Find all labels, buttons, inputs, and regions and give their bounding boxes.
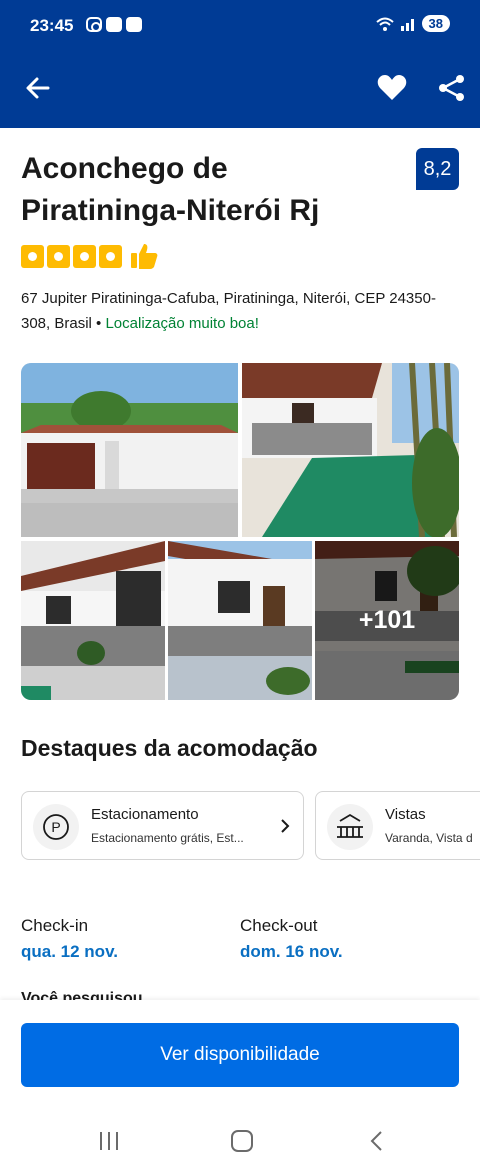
photo-facade[interactable]: [21, 363, 238, 537]
highlight-card-parking[interactable]: P Estacionamento Estacionamento grátis, …: [21, 791, 304, 860]
see-availability-button[interactable]: Ver disponibilidade: [21, 1023, 459, 1087]
checkin-label: Check-in: [21, 916, 89, 935]
star-icon: [47, 244, 70, 268]
highlight-card-views[interactable]: Vistas Varanda, Vista d: [315, 791, 480, 860]
status-notification-icons: [86, 17, 142, 32]
photo-porch[interactable]: [21, 541, 165, 700]
highlight-name: Vistas: [385, 806, 426, 823]
highlight-description: Varanda, Vista d: [385, 831, 473, 845]
checkout-date[interactable]: dom. 16 nov.: [240, 942, 343, 962]
star-rating: [21, 241, 159, 271]
photo-courtyard[interactable]: [242, 363, 459, 537]
share-icon: [439, 75, 464, 101]
wifi-icon: [375, 17, 394, 31]
app-bar: [0, 52, 480, 128]
back-button[interactable]: [20, 70, 56, 106]
star-icon: [99, 244, 122, 268]
star-icon: [73, 244, 96, 268]
status-system-icons: 38: [375, 15, 450, 32]
more-photos-label[interactable]: +101: [315, 541, 459, 700]
status-time: 23:45: [30, 16, 74, 35]
checkout-label: Check-out: [240, 916, 318, 935]
recent-apps-icon[interactable]: [98, 1131, 120, 1151]
review-score-badge[interactable]: 8,2: [416, 148, 459, 190]
photo-gallery: +101: [21, 363, 459, 700]
home-icon[interactable]: [231, 1130, 253, 1152]
photo-terrace[interactable]: [168, 541, 312, 700]
arrow-left-icon: [26, 77, 50, 99]
nav-back-icon[interactable]: [368, 1130, 384, 1152]
thumbs-up-icon: [131, 244, 158, 269]
chevron-right-icon: [281, 819, 290, 833]
highlights-carousel[interactable]: P Estacionamento Estacionamento grátis, …: [21, 791, 480, 861]
highlight-description: Estacionamento grátis, Est...: [91, 831, 244, 845]
instagram-icon: [86, 17, 102, 32]
signal-icon: [400, 18, 414, 31]
property-title: Aconchego de Piratininga-Niterói Rj: [21, 152, 320, 227]
location-rating-link[interactable]: Localização muito boa!: [105, 315, 258, 332]
status-bar: 23:45 38: [0, 0, 480, 52]
address-separator: •: [91, 315, 106, 332]
checkin-date[interactable]: qua. 12 nov.: [21, 942, 118, 962]
battery-indicator: 38: [421, 15, 450, 32]
balcony-view-icon: [327, 804, 373, 850]
favorite-button[interactable]: [374, 70, 410, 106]
highlights-title: Destaques da acomodação: [21, 735, 318, 761]
highlight-name: Estacionamento: [91, 806, 199, 823]
youtube-icon: [126, 17, 142, 32]
star-icon: [21, 244, 44, 268]
property-address: 67 Jupiter Piratininga-Cafuba, Piratinin…: [21, 286, 461, 336]
heart-icon: [377, 75, 407, 100]
youtube-icon: [106, 17, 122, 32]
photo-garden[interactable]: +101: [315, 541, 459, 700]
svg-text:P: P: [51, 819, 60, 835]
share-button[interactable]: [434, 70, 468, 106]
parking-icon: P: [33, 804, 79, 850]
